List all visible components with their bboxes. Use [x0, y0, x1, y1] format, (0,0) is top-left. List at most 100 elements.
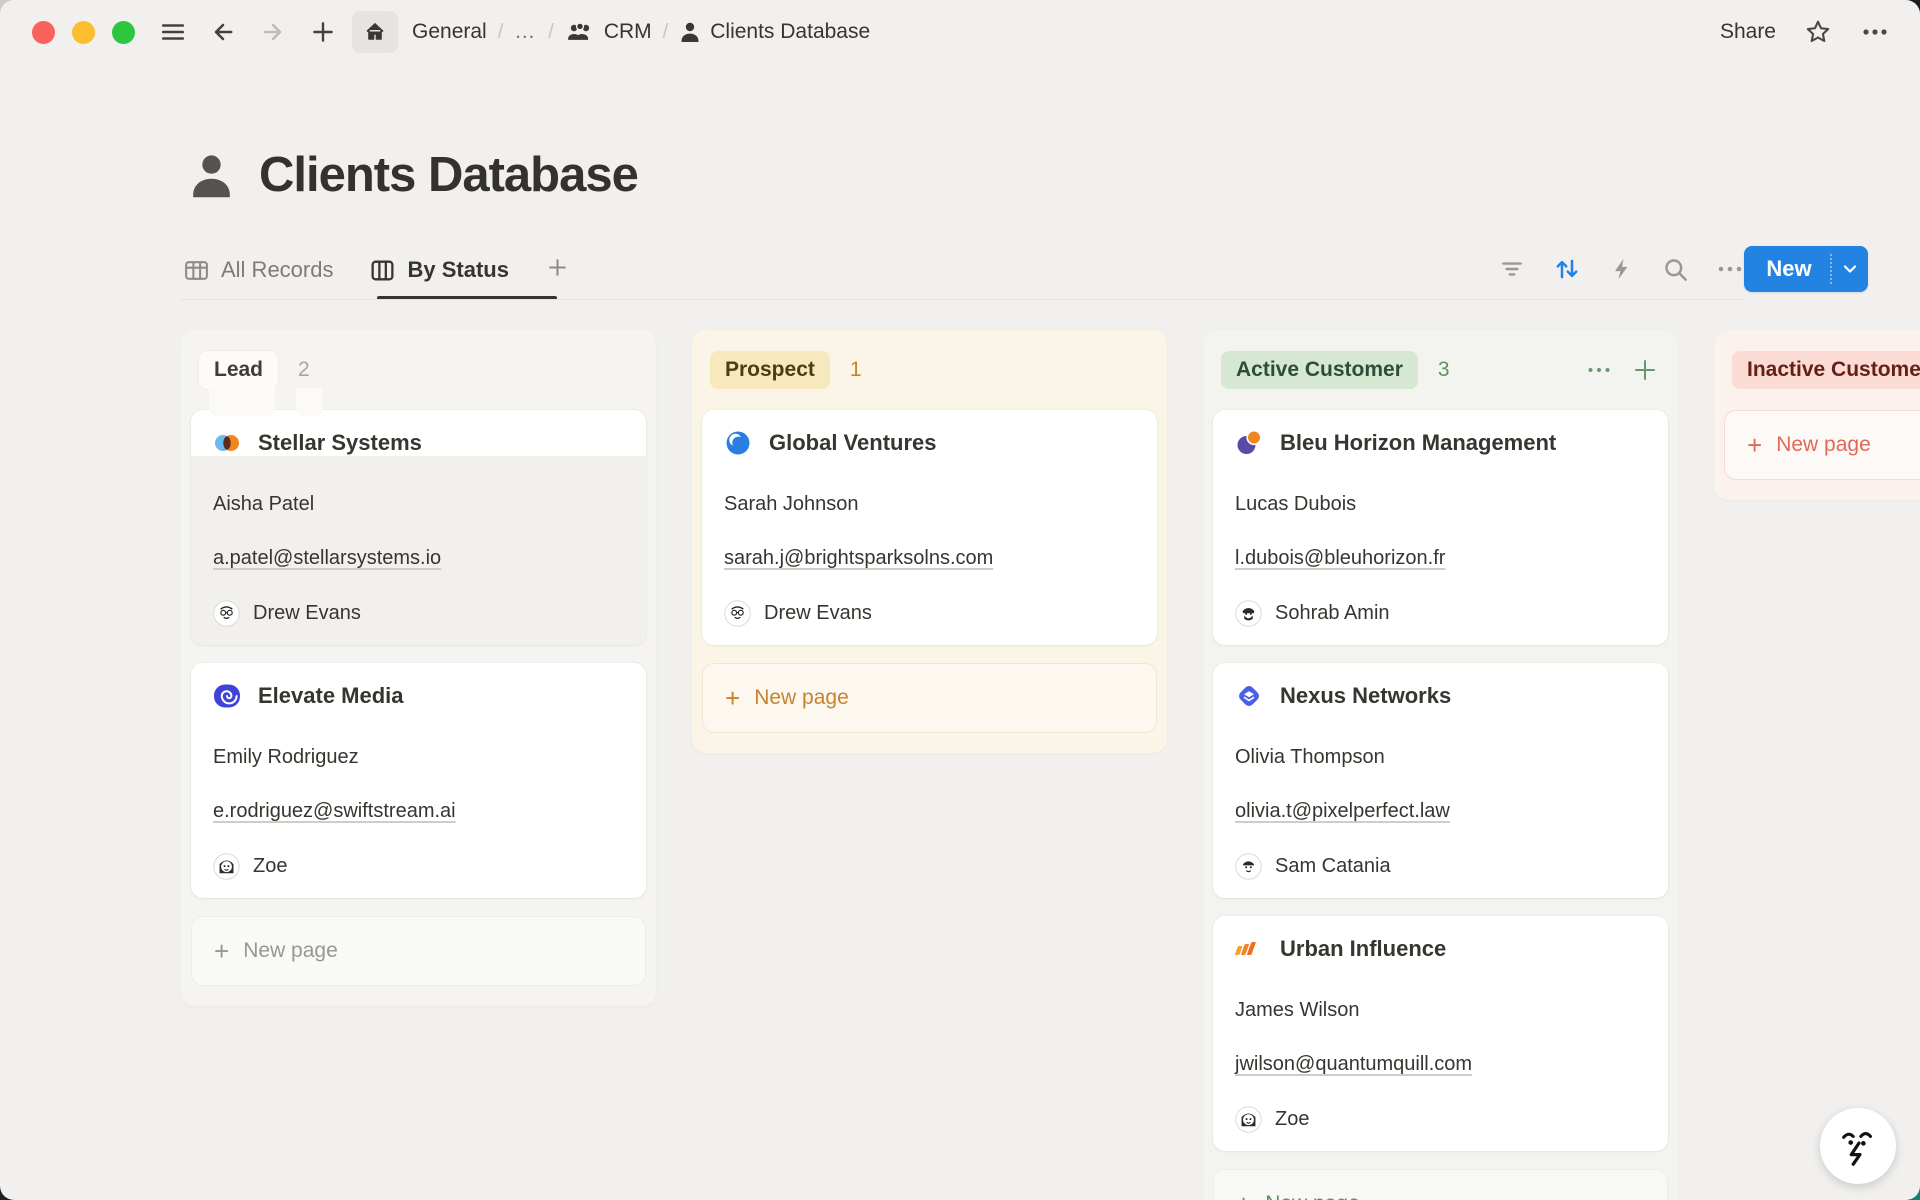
card-email-field: olivia.t@pixelperfect.law: [1235, 798, 1646, 824]
card-email-link[interactable]: olivia.t@pixelperfect.law: [1235, 800, 1450, 822]
automations-lightning-icon[interactable]: [1609, 256, 1635, 282]
board-column-active: Active Customer 3 Bleu Horizon Management L…: [1203, 330, 1678, 1200]
back-icon[interactable]: [202, 11, 244, 53]
card-title-row: Stellar Systems: [213, 425, 624, 461]
new-page-label: New page: [1265, 1192, 1360, 1200]
column-more-options-icon[interactable]: [1586, 357, 1612, 383]
card-owner-row: Zoe: [1235, 1105, 1646, 1133]
record-card[interactable]: Urban Influence James Wilson jwilson@quant…: [1213, 916, 1668, 1151]
card-email-field: sarah.j@brightsparksolns.com: [724, 545, 1135, 571]
card-email-field: e.rodriguez@swiftstream.ai: [213, 798, 624, 824]
more-options-icon[interactable]: [1860, 18, 1890, 46]
new-page-button[interactable]: +New page: [1724, 410, 1920, 480]
card-title-row: Bleu Horizon Management: [1235, 425, 1646, 461]
status-chip-lead[interactable]: Lead: [199, 351, 278, 389]
app-window: General / … / CRM / Clients Database: [0, 0, 1920, 1200]
new-record-button[interactable]: New: [1744, 246, 1868, 292]
search-icon[interactable]: [1662, 256, 1689, 283]
new-page-button[interactable]: +New page: [702, 663, 1157, 733]
owner-name: Sam Catania: [1275, 855, 1391, 878]
plus-icon: +: [214, 938, 229, 964]
record-card[interactable]: Stellar Systems Aisha Patel a.patel@stella…: [191, 410, 646, 645]
card-company-title: Bleu Horizon Management: [1280, 430, 1556, 456]
status-chip-active[interactable]: Active Customer: [1221, 351, 1418, 389]
card-company-title: Stellar Systems: [258, 430, 422, 456]
column-add-card-plus-icon[interactable]: [1632, 357, 1658, 383]
column-header-actions: [1586, 330, 1658, 410]
owner-name: Drew Evans: [764, 602, 872, 625]
forward-icon[interactable]: [252, 11, 294, 53]
column-count: 2: [298, 358, 310, 382]
owner-name: Zoe: [1275, 1108, 1309, 1131]
column-header-inactive: Inactive Customer: [1724, 330, 1920, 410]
record-card[interactable]: Elevate Media Emily Rodriguez e.rodriguez@…: [191, 663, 646, 898]
tab-by-status[interactable]: By Status: [369, 257, 508, 284]
chevron-down-icon[interactable]: [1832, 259, 1868, 279]
column-header-active: Active Customer 3: [1213, 330, 1668, 410]
new-page-label: New page: [243, 939, 338, 963]
zoom-window-button[interactable]: [112, 21, 135, 44]
card-title-row: Global Ventures: [724, 425, 1135, 461]
breadcrumb-separator: /: [548, 21, 554, 44]
card-email-link[interactable]: l.dubois@bleuhorizon.fr: [1235, 547, 1445, 569]
breadcrumb-item-root[interactable]: General: [412, 20, 487, 44]
team-people-icon: [565, 21, 595, 43]
person-icon: [679, 20, 701, 44]
card-email-link[interactable]: jwilson@quantumquill.com: [1235, 1053, 1472, 1075]
card-company-title: Global Ventures: [769, 430, 937, 456]
page-title[interactable]: Clients Database: [259, 151, 638, 200]
card-contact-name: Aisha Patel: [213, 491, 624, 517]
owner-name: Sohrab Amin: [1275, 602, 1390, 625]
sidebar-menu-icon[interactable]: [152, 11, 194, 53]
column-header-lead: Lead 2: [191, 330, 646, 410]
plus-icon: +: [1747, 432, 1762, 458]
card-owner-row: Sam Catania: [1235, 852, 1646, 880]
card-contact-name: James Wilson: [1235, 997, 1646, 1023]
card-title-row: Urban Influence: [1235, 931, 1646, 967]
pie-logo-icon: [1235, 429, 1263, 457]
page-person-icon[interactable]: [188, 150, 235, 200]
status-chip-prospect[interactable]: Prospect: [710, 351, 830, 389]
card-owner-row: Drew Evans: [724, 599, 1135, 627]
count-ghost-trail: [296, 388, 322, 416]
card-company-title: Elevate Media: [258, 683, 404, 709]
new-page-button[interactable]: + New page: [191, 916, 646, 986]
card-email-field: a.patel@stellarsystems.io: [213, 545, 624, 571]
card-email-link[interactable]: sarah.j@brightsparksolns.com: [724, 547, 993, 569]
column-header-prospect: Prospect1: [702, 330, 1157, 410]
home-icon[interactable]: [352, 11, 398, 53]
breadcrumb-separator: /: [498, 21, 504, 44]
cursor-face-icon: [1835, 1123, 1881, 1169]
favorite-star-icon[interactable]: [1804, 18, 1832, 46]
card-email-link[interactable]: e.rodriguez@swiftstream.ai: [213, 800, 456, 822]
add-view-plus-icon[interactable]: [545, 255, 570, 285]
breadcrumb-item-collapsed[interactable]: …: [514, 20, 537, 44]
breadcrumb-item-team[interactable]: CRM: [565, 20, 652, 44]
status-chip-inactive[interactable]: Inactive Customer: [1732, 351, 1920, 389]
breadcrumb-item-page[interactable]: Clients Database: [679, 20, 870, 44]
plus-icon: +: [1236, 1191, 1251, 1200]
record-card[interactable]: Nexus NetworksOlivia Thompsonolivia.t@pi…: [1213, 663, 1668, 898]
column-count: 3: [1438, 358, 1450, 382]
sort-icon[interactable]: [1552, 254, 1582, 284]
card-email-link[interactable]: a.patel@stellarsystems.io: [213, 547, 441, 569]
owner-name: Drew Evans: [253, 602, 361, 625]
filter-icon[interactable]: [1499, 256, 1525, 282]
topbar-actions: Share: [1720, 0, 1890, 64]
card-contact-name: Lucas Dubois: [1235, 491, 1646, 517]
view-toolbar: [1499, 246, 1744, 292]
new-page-button[interactable]: + New page: [1213, 1169, 1668, 1200]
share-button[interactable]: Share: [1720, 20, 1776, 44]
card-contact-name: Emily Rodriguez: [213, 744, 624, 770]
new-tab-plus-icon[interactable]: [302, 11, 344, 53]
record-card[interactable]: Global VenturesSarah Johnsonsarah.j@brig…: [702, 410, 1157, 645]
owner-avatar: [1235, 600, 1262, 627]
view-more-options-icon[interactable]: [1716, 256, 1744, 282]
close-window-button[interactable]: [32, 21, 55, 44]
minimize-window-button[interactable]: [72, 21, 95, 44]
venn-logo-icon: [213, 429, 241, 457]
tab-all-records[interactable]: All Records: [183, 257, 333, 284]
kanban-board: Lead 2 Stellar Systems Aisha Patel a.patel@s…: [0, 326, 1920, 1200]
plus-icon: +: [725, 685, 740, 711]
record-card[interactable]: Bleu Horizon Management Lucas Dubois l.dub…: [1213, 410, 1668, 645]
